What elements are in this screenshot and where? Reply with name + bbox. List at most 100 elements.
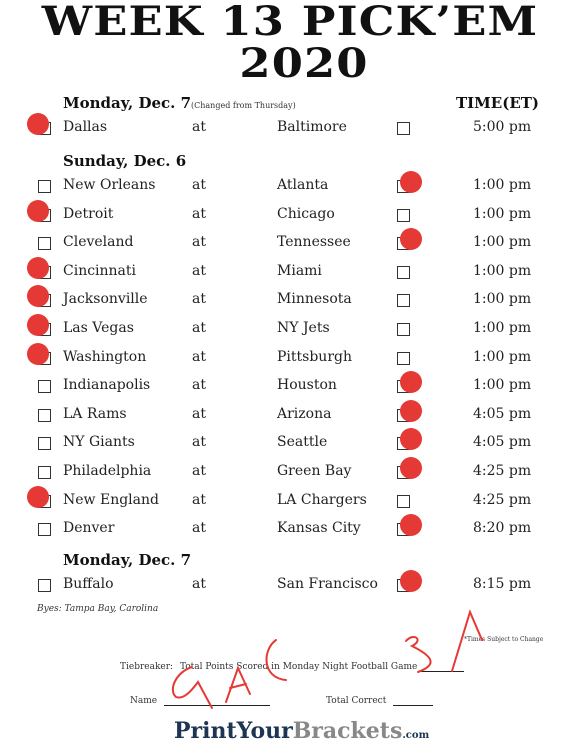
away-team: Detroit bbox=[63, 205, 114, 222]
handwritten-name-c bbox=[265, 639, 287, 681]
at-label: at bbox=[192, 177, 206, 193]
home-team: Baltimore bbox=[277, 119, 347, 135]
away-checkbox[interactable] bbox=[38, 180, 51, 193]
game-time: 1:00 pm bbox=[473, 320, 532, 336]
home-checkbox[interactable] bbox=[397, 494, 410, 508]
away-team: Cincinnati bbox=[63, 262, 137, 279]
game-time: 4:05 pm bbox=[473, 405, 532, 422]
away-checkbox[interactable] bbox=[38, 237, 51, 251]
game-row: Cincinnati at Miami 1:00 pm bbox=[0, 256, 580, 287]
tiebreaker-label: Tiebreaker: bbox=[120, 662, 174, 672]
game-row: Cleveland at Tennessee 1:00 pm bbox=[0, 228, 580, 258]
pick-mark bbox=[27, 342, 49, 365]
pick-mark bbox=[27, 485, 49, 508]
game-row: Denver at Kansas City 8:20 pm bbox=[0, 514, 580, 544]
game-row: New England at LA Chargers 4:25 pm bbox=[0, 485, 580, 516]
day-label: Sunday, Dec. 6 bbox=[63, 152, 187, 170]
pick-mark bbox=[400, 514, 422, 537]
pick-mark bbox=[27, 113, 49, 135]
away-team: Cleveland bbox=[63, 234, 134, 251]
game-row: Washington at Pittsburgh 1:00 pm bbox=[0, 342, 580, 373]
home-team: LA Chargers bbox=[277, 491, 367, 508]
home-checkbox[interactable] bbox=[397, 122, 410, 135]
logo-part-1: PrintYour bbox=[174, 718, 293, 744]
home-team: Pittsburgh bbox=[277, 348, 352, 365]
game-row: Detroit at Chicago 1:00 pm bbox=[0, 199, 580, 230]
home-checkbox[interactable] bbox=[397, 265, 410, 279]
game-row: Las Vegas at NY Jets 1:00 pm bbox=[0, 314, 580, 344]
home-team: Green Bay bbox=[277, 463, 352, 479]
at-label: at bbox=[192, 377, 206, 394]
home-checkbox[interactable] bbox=[397, 208, 410, 222]
day-header: Monday, Dec. 7 bbox=[63, 551, 191, 569]
away-checkbox[interactable] bbox=[38, 408, 51, 422]
away-team: New Orleans bbox=[63, 177, 156, 193]
game-row: Dallas at Baltimore 5:00 pm bbox=[0, 113, 580, 143]
name-field[interactable] bbox=[163, 696, 270, 706]
home-team: Houston bbox=[277, 377, 337, 394]
at-label: at bbox=[192, 463, 206, 479]
total-correct-row: Total Correct bbox=[326, 696, 434, 706]
game-time: 4:25 pm bbox=[473, 491, 532, 508]
game-row: LA Rams at Arizona 4:05 pm bbox=[0, 399, 580, 430]
game-row: Buffalo at San Francisco 8:15 pm bbox=[0, 570, 580, 600]
at-label: at bbox=[192, 348, 206, 365]
pick-mark bbox=[27, 314, 49, 336]
at-label: at bbox=[192, 405, 206, 422]
home-team: Seattle bbox=[277, 434, 328, 451]
at-label: at bbox=[192, 205, 206, 222]
away-team: LA Rams bbox=[63, 405, 127, 422]
game-time: 8:15 pm bbox=[473, 576, 532, 592]
home-team: Chicago bbox=[277, 205, 335, 222]
game-row: New Orleans at Atlanta 1:00 pm bbox=[0, 171, 580, 201]
home-checkbox[interactable] bbox=[397, 323, 410, 336]
at-label: at bbox=[192, 119, 206, 135]
game-time: 8:20 pm bbox=[473, 520, 532, 537]
away-checkbox[interactable] bbox=[38, 437, 51, 451]
day-note: (Changed from Thursday) bbox=[191, 101, 296, 110]
total-correct-field[interactable] bbox=[393, 696, 434, 706]
at-label: at bbox=[192, 234, 206, 251]
at-label: at bbox=[192, 320, 206, 336]
home-checkbox[interactable] bbox=[397, 351, 410, 365]
home-team: Atlanta bbox=[277, 177, 329, 193]
page-title-year: 2020 bbox=[239, 40, 369, 87]
home-team: Minnesota bbox=[277, 291, 352, 308]
home-team: Tennessee bbox=[277, 234, 351, 251]
day-header: Monday, Dec. 7(Changed from Thursday) bbox=[63, 94, 296, 112]
at-label: at bbox=[192, 520, 206, 537]
pick-mark bbox=[27, 199, 49, 222]
pick-mark bbox=[400, 457, 422, 479]
away-checkbox[interactable] bbox=[38, 523, 51, 537]
times-note: *Times Subject to Change bbox=[464, 636, 544, 643]
away-checkbox[interactable] bbox=[38, 380, 51, 394]
game-row: Philadelphia at Green Bay 4:25 pm bbox=[0, 457, 580, 487]
tiebreaker: Tiebreaker: Total Points Scored in Monda… bbox=[120, 662, 465, 672]
game-time: 4:05 pm bbox=[473, 434, 532, 451]
away-team: Denver bbox=[63, 520, 115, 537]
game-time: 1:00 pm bbox=[473, 177, 532, 193]
away-team: Jacksonville bbox=[63, 291, 148, 308]
away-team: Dallas bbox=[63, 119, 108, 135]
pick-mark bbox=[400, 570, 422, 592]
pick-mark bbox=[400, 171, 422, 193]
away-checkbox[interactable] bbox=[38, 466, 51, 479]
home-team: San Francisco bbox=[277, 576, 378, 592]
tiebreaker-field[interactable] bbox=[420, 662, 465, 672]
away-team: NY Giants bbox=[63, 434, 135, 451]
day-label: Monday, Dec. 7 bbox=[63, 94, 192, 112]
home-checkbox[interactable] bbox=[397, 294, 410, 308]
away-team: New England bbox=[63, 491, 159, 508]
brand-logo: PrintYourBrackets.com bbox=[174, 718, 429, 744]
away-checkbox[interactable] bbox=[38, 579, 51, 592]
home-team: Arizona bbox=[277, 405, 332, 422]
logo-part-3: .com bbox=[402, 730, 430, 741]
pick-mark bbox=[400, 399, 422, 422]
game-time: 1:00 pm bbox=[473, 234, 532, 251]
at-label: at bbox=[192, 576, 206, 592]
away-team: Las Vegas bbox=[63, 320, 134, 336]
at-label: at bbox=[192, 434, 206, 451]
pick-mark bbox=[400, 371, 422, 394]
game-time: 1:00 pm bbox=[473, 348, 532, 365]
home-team: NY Jets bbox=[277, 320, 330, 336]
